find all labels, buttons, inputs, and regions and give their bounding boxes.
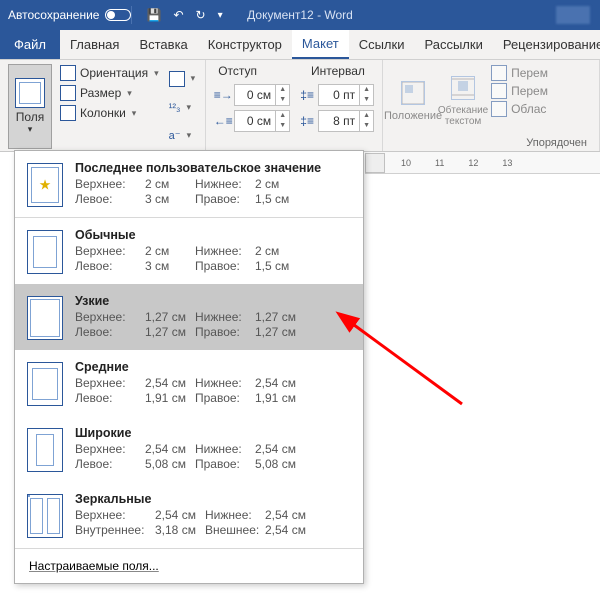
margins-label: Поля (16, 110, 45, 124)
selection-pane-button[interactable]: Облас (491, 100, 548, 118)
orientation-button[interactable]: Ориентация (58, 64, 161, 82)
chevron-down-icon: ▾ (28, 124, 33, 135)
ribbon-tabs: Файл Главная Вставка Конструктор Макет С… (0, 30, 600, 60)
margins-button[interactable]: Поля ▾ (8, 64, 52, 149)
ruler-corner-icon[interactable] (365, 153, 385, 173)
margins-option-wide[interactable]: Широкие Верхнее:2,54 смНижнее:2,54 см Ле… (15, 416, 363, 482)
save-icon[interactable]: 💾 (146, 8, 161, 22)
group-arrange-label: Упорядочен (391, 137, 591, 149)
interval-header: Интервал (311, 64, 365, 78)
margins-option-narrow[interactable]: Узкие Верхнее:1,27 смНижнее:1,27 см Лево… (15, 284, 363, 350)
indent-right-icon: ←≡ (214, 112, 232, 130)
horizontal-ruler[interactable]: 10111213 (365, 152, 600, 174)
ribbon: Поля ▾ Ориентация Размер Колонки ¹²₃ a⁻ … (0, 60, 600, 152)
indent-left-icon: ≡→ (214, 86, 232, 104)
margins-custom-button[interactable]: Настраиваемые поля... (15, 549, 363, 583)
document-title: Документ12 - Word (247, 8, 353, 22)
hyphenation-button[interactable]: a⁻ (167, 128, 198, 143)
title-bar: Автосохранение 💾 ↶ ↻ ▾ Документ12 - Word (0, 0, 600, 30)
qat-dropdown-icon[interactable]: ▾ (218, 10, 223, 21)
wrap-text-button[interactable]: Обтекание текстом (441, 64, 485, 135)
tab-insert[interactable]: Вставка (129, 30, 197, 59)
bring-forward-button[interactable]: Перем (491, 64, 548, 82)
tab-layout[interactable]: Макет (292, 30, 349, 59)
columns-icon (60, 105, 76, 121)
size-icon (60, 85, 76, 101)
bring-forward-icon (491, 65, 507, 81)
indent-left-input[interactable]: 0 см▲▼ (234, 84, 290, 106)
send-backward-icon (491, 83, 507, 99)
autosave-toggle[interactable]: Автосохранение (8, 8, 131, 22)
group-page-setup: Поля ▾ Ориентация Размер Колонки ¹²₃ a⁻ (0, 60, 206, 151)
orientation-icon (60, 65, 76, 81)
tab-design[interactable]: Конструктор (198, 30, 292, 59)
margins-wide-icon (27, 428, 63, 472)
margins-option-medium[interactable]: Средние Верхнее:2,54 смНижнее:2,54 см Ле… (15, 350, 363, 416)
send-backward-button[interactable]: Перем (491, 82, 548, 100)
space-after-icon: ‡≡ (298, 112, 316, 130)
group-paragraph: Отступ Интервал ≡→ 0 см▲▼ ←≡ 0 см▲▼ (206, 60, 383, 151)
group-arrange: Положение Обтекание текстом Перем Перем … (383, 60, 600, 151)
margins-narrow-icon (27, 296, 63, 340)
redo-icon[interactable]: ↻ (196, 8, 206, 22)
line-numbers-button[interactable]: ¹²₃ (167, 101, 198, 115)
quick-access-toolbar: 💾 ↶ ↻ ▾ (146, 8, 222, 22)
document-area: 10111213 (365, 152, 600, 599)
user-account-icon[interactable] (556, 6, 590, 24)
undo-icon[interactable]: ↶ (173, 8, 183, 22)
margins-option-normal[interactable]: Обычные Верхнее:2 смНижнее:2 см Левое:3 … (15, 218, 363, 284)
indent-header: Отступ (218, 64, 257, 78)
position-icon (398, 78, 428, 108)
tab-file[interactable]: Файл (0, 30, 60, 59)
tab-home[interactable]: Главная (60, 30, 129, 59)
breaks-icon (169, 71, 185, 87)
wrap-text-icon (448, 73, 478, 103)
space-after-input[interactable]: 8 пт▲▼ (318, 110, 374, 132)
margins-icon (15, 78, 45, 108)
margins-option-mirror[interactable]: Зеркальные Верхнее:2,54 смНижнее:2,54 см… (15, 482, 363, 549)
margins-mirror-icon (27, 494, 63, 538)
size-button[interactable]: Размер (58, 84, 161, 102)
margins-normal-icon (27, 230, 63, 274)
tab-references[interactable]: Ссылки (349, 30, 415, 59)
tab-mailings[interactable]: Рассылки (414, 30, 492, 59)
tab-review[interactable]: Рецензирование (493, 30, 600, 59)
toggle-switch-icon[interactable] (105, 9, 131, 21)
breaks-button[interactable] (167, 70, 198, 88)
space-before-input[interactable]: 0 пт▲▼ (318, 84, 374, 106)
columns-button[interactable]: Колонки (58, 104, 161, 122)
space-before-icon: ‡≡ (298, 86, 316, 104)
selection-pane-icon (491, 101, 507, 117)
margins-medium-icon (27, 362, 63, 406)
margins-option-last[interactable]: ★ Последнее пользовательское значение Ве… (15, 151, 363, 218)
indent-right-input[interactable]: 0 см▲▼ (234, 110, 290, 132)
margins-last-icon: ★ (27, 163, 63, 207)
margins-dropdown: ★ Последнее пользовательское значение Ве… (14, 150, 364, 584)
autosave-label: Автосохранение (8, 8, 99, 22)
position-button[interactable]: Положение (391, 64, 435, 135)
